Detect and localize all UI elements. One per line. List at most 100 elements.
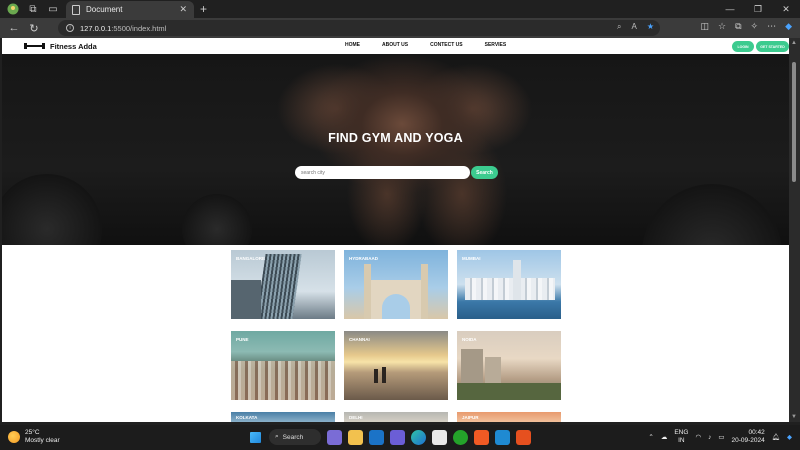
city-name: DELHI bbox=[349, 415, 363, 420]
show-hidden-icons-icon[interactable]: ⌃ bbox=[648, 433, 653, 441]
new-tab-button[interactable]: + bbox=[200, 2, 207, 16]
weather-sun-icon bbox=[8, 431, 20, 443]
close-window-button[interactable]: ✕ bbox=[772, 0, 800, 18]
menu-dots-icon[interactable]: ⋯ bbox=[767, 21, 776, 32]
city-search-input[interactable] bbox=[295, 166, 470, 179]
search-button[interactable]: Search bbox=[471, 166, 498, 179]
edge-icon[interactable] bbox=[411, 429, 426, 445]
wifi-icon[interactable]: ◠ bbox=[695, 433, 701, 441]
copilot-icon[interactable]: ◆ bbox=[785, 21, 792, 32]
city-card-noida[interactable]: NOIDA bbox=[457, 331, 561, 400]
minimize-button[interactable]: — bbox=[716, 0, 744, 18]
city-card-chennai[interactable]: CHANNAI bbox=[344, 331, 448, 400]
city-card-hyderabad[interactable]: HYDRABAAD bbox=[344, 250, 448, 319]
menu-services[interactable]: SERVIES bbox=[485, 42, 507, 48]
language-indicator[interactable]: ENG IN bbox=[674, 429, 688, 445]
menu-contact[interactable]: CONTECT US bbox=[430, 42, 463, 48]
url-path: :5500/index.html bbox=[111, 23, 167, 33]
weather-condition: Mostly clear bbox=[25, 437, 60, 444]
clock[interactable]: 00:42 20-09-2024 bbox=[731, 429, 764, 445]
window-controls: — ❐ ✕ bbox=[716, 0, 800, 18]
tab-actions-icon[interactable]: ▭ bbox=[46, 2, 60, 16]
copilot-taskbar-icon[interactable]: ◆ bbox=[787, 433, 792, 441]
xbox-icon[interactable] bbox=[453, 429, 468, 445]
taskbar-search[interactable]: ⌕ Search bbox=[269, 429, 321, 445]
city-card-mumbai[interactable]: MUMBAI bbox=[457, 250, 561, 319]
main-menu: HOME ABOUT US CONTECT US SERVIES bbox=[345, 42, 506, 48]
profile-icon[interactable] bbox=[6, 2, 20, 16]
system-tray: ⌃ ☁ ENG IN ◠ ♪ ▭ 00:42 20-09-2024 🔔︎ ◆ bbox=[648, 429, 792, 445]
scroll-thumb[interactable] bbox=[792, 62, 796, 182]
city-card-jaipur[interactable]: JAIPUR bbox=[457, 412, 561, 422]
page-scrollbar[interactable]: ▲ ▼ bbox=[789, 38, 800, 422]
microsoft-store-icon[interactable] bbox=[432, 429, 447, 445]
zoom-icon[interactable]: ⌕ bbox=[617, 22, 621, 32]
weight-plate-mid bbox=[182, 194, 252, 245]
extensions-icon[interactable]: ✧ bbox=[751, 21, 759, 32]
onedrive-icon[interactable]: ☁ bbox=[661, 433, 668, 441]
workspaces-icon[interactable]: ⧉ bbox=[26, 2, 40, 16]
city-name: JAIPUR bbox=[462, 415, 479, 420]
outlook-icon[interactable] bbox=[369, 429, 384, 445]
browser-tab-strip: ⧉ ▭ Document ✕ + — ❐ ✕ bbox=[0, 0, 800, 18]
login-button[interactable]: LOGIN bbox=[732, 41, 754, 52]
scroll-up-icon[interactable]: ▲ bbox=[791, 40, 797, 46]
windows-taskbar: 25°C Mostly clear ⌕ Search ⌃ ☁ ENG IN ◠ ♪… bbox=[0, 425, 800, 450]
site-logo[interactable]: Fitness Adda bbox=[24, 40, 97, 52]
address-toolbar: ← ↻ i 127.0.0.1 :5500/index.html ⌕ A ★ ◫… bbox=[0, 18, 800, 38]
get-started-button[interactable]: GET STARTED bbox=[756, 41, 789, 52]
city-name: MUMBAI bbox=[462, 256, 481, 261]
city-name: CHANNAI bbox=[349, 337, 370, 342]
city-card-kolkata[interactable]: KOLKATA bbox=[231, 412, 335, 422]
city-card-delhi[interactable]: DELHI bbox=[344, 412, 448, 422]
widgets-icon[interactable] bbox=[327, 429, 342, 445]
city-name: HYDRABAAD bbox=[349, 256, 378, 261]
lang-code: ENG bbox=[674, 429, 689, 436]
close-tab-icon[interactable]: ✕ bbox=[179, 4, 187, 15]
back-arrow-icon[interactable]: ← bbox=[4, 22, 24, 34]
hero-title: FIND GYM AND YOGA bbox=[328, 131, 463, 145]
temperature: 25°C bbox=[25, 429, 40, 436]
vscode-icon[interactable] bbox=[495, 429, 510, 445]
brave-icon[interactable] bbox=[474, 429, 489, 445]
menu-home[interactable]: HOME bbox=[345, 42, 360, 48]
split-screen-icon[interactable]: ◫ bbox=[701, 21, 710, 32]
collections-icon[interactable]: ⧉ bbox=[735, 21, 741, 32]
url-host: 127.0.0.1 bbox=[80, 23, 112, 33]
teams-icon[interactable] bbox=[390, 429, 405, 445]
brand-name: Fitness Adda bbox=[50, 41, 97, 51]
volume-icon[interactable]: ♪ bbox=[708, 434, 711, 441]
battery-icon[interactable]: ▭ bbox=[718, 433, 724, 441]
weight-plate-left bbox=[2, 174, 102, 245]
tab-title: Document bbox=[86, 5, 123, 14]
maximize-button[interactable]: ❐ bbox=[744, 0, 772, 18]
search-icon: ⌕ bbox=[275, 433, 279, 440]
weight-plate-right bbox=[642, 184, 782, 245]
refresh-icon[interactable]: ↻ bbox=[24, 22, 44, 35]
tab-document[interactable]: Document ✕ bbox=[66, 1, 194, 18]
city-name: PUNE bbox=[236, 337, 249, 342]
favorites-icon[interactable]: ☆ bbox=[718, 21, 726, 32]
date: 20-09-2024 bbox=[731, 437, 765, 444]
scroll-down-icon[interactable]: ▼ bbox=[791, 414, 797, 420]
site-info-icon[interactable]: i bbox=[66, 24, 74, 32]
menu-about[interactable]: ABOUT US bbox=[382, 42, 408, 48]
page-viewport: Fitness Adda HOME ABOUT US CONTECT US SE… bbox=[2, 38, 789, 422]
file-explorer-icon[interactable] bbox=[348, 429, 363, 445]
city-name: NOIDA bbox=[462, 337, 477, 342]
windows-start-icon[interactable] bbox=[248, 430, 263, 445]
read-aloud-icon[interactable]: A bbox=[631, 22, 636, 32]
address-bar[interactable]: i 127.0.0.1 :5500/index.html ⌕ A ★ bbox=[58, 20, 660, 36]
lang-region: IN bbox=[678, 437, 685, 444]
document-icon bbox=[72, 4, 80, 15]
city-card-pune[interactable]: PUNE bbox=[231, 331, 335, 400]
notifications-bell-icon[interactable]: 🔔︎ bbox=[772, 433, 780, 441]
hero-banner: FIND GYM AND YOGA Search bbox=[2, 54, 789, 245]
weather-widget[interactable]: 25°C Mostly clear bbox=[8, 429, 60, 445]
favorite-star-icon[interactable]: ★ bbox=[647, 22, 654, 32]
dumbbell-icon bbox=[24, 43, 46, 49]
site-navbar: Fitness Adda HOME ABOUT US CONTECT US SE… bbox=[2, 38, 789, 54]
brave-browser-icon[interactable] bbox=[516, 429, 531, 445]
city-card-bangalore[interactable]: BANGALORE bbox=[231, 250, 335, 319]
city-name: BANGALORE bbox=[236, 256, 265, 261]
